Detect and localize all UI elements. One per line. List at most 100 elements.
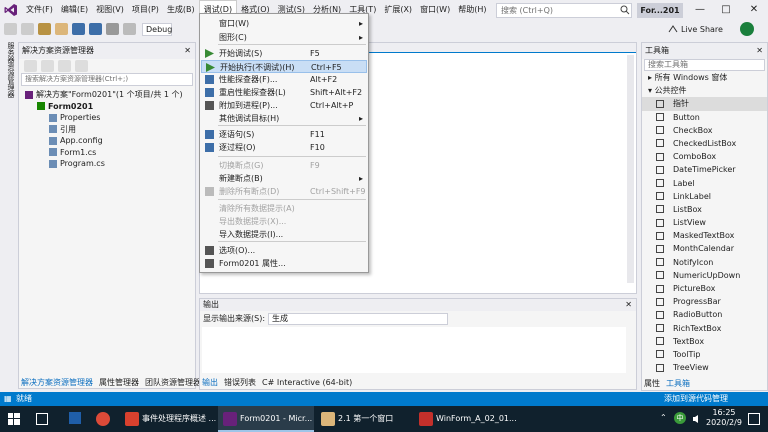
back-icon[interactable] <box>4 23 17 35</box>
debug-menu-item[interactable]: 清除所有数据提示(A) <box>201 202 367 215</box>
explorer-taskbar-icon[interactable] <box>69 412 81 424</box>
clock[interactable]: 16:25 2020/2/9 <box>706 408 742 428</box>
tree-item[interactable]: App.config <box>19 135 195 147</box>
debug-menu-item[interactable]: 切换断点(G) F9 <box>201 159 367 172</box>
toolbox-item[interactable]: Label <box>642 177 767 190</box>
new-project-icon[interactable] <box>38 23 51 35</box>
taskbar-app[interactable]: Form0201 - Micr... <box>218 406 314 432</box>
open-folder-icon[interactable] <box>55 23 68 35</box>
maximize-button[interactable]: □ <box>712 0 740 20</box>
debug-menu-item[interactable]: 其他调试目标(H) ▸ <box>201 112 367 125</box>
toolbox-item[interactable]: ProgressBar <box>642 295 767 308</box>
toolbox-item[interactable]: ToolTip <box>642 348 767 361</box>
debug-menu-item[interactable]: 附加到进程(P)... Ctrl+Alt+P <box>201 99 367 112</box>
toolbox-search-input[interactable]: 搜索工具箱 <box>644 59 765 71</box>
search-input[interactable]: 搜索 (Ctrl+Q) <box>496 3 632 18</box>
menu-2[interactable]: 视图(V) <box>92 0 128 20</box>
toolbox-item[interactable]: ListBox <box>642 203 767 216</box>
menu-0[interactable]: 文件(F) <box>22 0 57 20</box>
tab-2[interactable]: C# Interactive (64-bit) <box>259 376 355 389</box>
menu-3[interactable]: 项目(P) <box>128 0 163 20</box>
debug-menu-item[interactable]: 新建断点(B) ▸ <box>201 172 367 185</box>
toolbox-item[interactable]: MonthCalendar <box>642 242 767 255</box>
forward-icon[interactable] <box>21 23 34 35</box>
source-control-button[interactable]: 添加到源代码管理 <box>664 392 728 406</box>
sync-icon[interactable] <box>41 60 54 72</box>
chrome-taskbar-icon[interactable] <box>96 412 110 426</box>
debug-menu-item[interactable]: 删除所有断点(D) Ctrl+Shift+F9 <box>201 185 367 198</box>
volume-icon[interactable] <box>692 414 702 424</box>
toolbox-item[interactable]: ListView <box>642 216 767 229</box>
toolbox-item[interactable]: CheckBox <box>642 124 767 137</box>
live-share-button[interactable]: Live Share <box>668 22 723 36</box>
vs-logo-icon[interactable] <box>0 0 22 20</box>
tree-item[interactable]: Program.cs <box>19 158 195 170</box>
toolbox-item[interactable]: RadioButton <box>642 308 767 321</box>
task-view-icon[interactable] <box>36 413 48 425</box>
tab-0[interactable]: 解决方案资源管理器 <box>18 376 96 389</box>
debug-menu-item[interactable]: 逐过程(O) F10 <box>201 141 367 154</box>
output-source-select[interactable]: 生成 <box>268 312 449 325</box>
debug-menu-item[interactable]: 性能探查器(F)... Alt+F2 <box>201 73 367 86</box>
debug-menu-item[interactable]: 重启性能探查器(L) Shift+Alt+F2 <box>201 86 367 99</box>
ime-indicator[interactable]: 中 <box>674 412 686 424</box>
server-explorer-tab[interactable]: 服务器资源管理器 <box>4 42 16 122</box>
toolbox-item[interactable]: RichTextBox <box>642 322 767 335</box>
toolbox-close-icon[interactable]: ✕ <box>756 43 763 59</box>
tray-expand-icon[interactable]: ⌃ <box>660 413 667 422</box>
save-icon[interactable] <box>72 23 85 35</box>
tab-1[interactable]: 错误列表 <box>221 376 259 389</box>
taskbar-app[interactable]: WinForm_A_02_01... <box>414 406 517 432</box>
debug-menu-item[interactable]: 选项(O)... <box>201 244 367 257</box>
taskbar-app[interactable]: 事件处理程序概述 ... <box>120 406 216 432</box>
toolbox-item[interactable]: LinkLabel <box>642 190 767 203</box>
refresh-icon[interactable] <box>58 60 71 72</box>
search-icon[interactable] <box>620 5 630 15</box>
editor-scrollbar[interactable] <box>627 55 634 283</box>
debug-menu-item[interactable]: Form0201 属性... <box>201 257 367 270</box>
tab-0[interactable]: 输出 <box>199 376 221 389</box>
debug-menu-item[interactable]: 导出数据提示(X)... <box>201 215 367 228</box>
account-avatar[interactable] <box>740 22 754 36</box>
debug-menu-item[interactable]: 开始执行(不调试)(H) Ctrl+F5 <box>201 60 367 73</box>
tree-item[interactable]: Form1.cs <box>19 147 195 159</box>
tree-item[interactable]: Form0201 <box>19 101 195 113</box>
toolbox-item[interactable]: TextBox <box>642 335 767 348</box>
panel-close-icon[interactable]: ✕ <box>184 43 191 59</box>
toolbox-item[interactable]: 指针 <box>642 97 767 111</box>
toolbox-item[interactable]: Button <box>642 111 767 124</box>
tab-1[interactable]: 工具箱 <box>663 377 693 390</box>
menu-11[interactable]: 窗口(W) <box>416 0 454 20</box>
toolbox-item[interactable]: NotifyIcon <box>642 256 767 269</box>
toolbox-item[interactable]: PictureBox <box>642 282 767 295</box>
tab-2[interactable]: 团队资源管理器 <box>142 376 204 389</box>
tab-1[interactable]: 属性管理器 <box>96 376 142 389</box>
home-icon[interactable] <box>24 60 37 72</box>
taskbar-app[interactable]: 2.1 第一个窗口 <box>316 406 412 432</box>
menu-10[interactable]: 扩展(X) <box>380 0 416 20</box>
undo-icon[interactable] <box>106 23 119 35</box>
toolbox-item[interactable]: CheckedListBox <box>642 137 767 150</box>
output-close-icon[interactable]: ✕ <box>625 299 632 311</box>
debug-menu-item[interactable]: 图形(C) ▸ <box>201 31 367 44</box>
toolbox-item[interactable]: NumericUpDown <box>642 269 767 282</box>
save-all-icon[interactable] <box>89 23 102 35</box>
debug-menu-item[interactable]: 开始调试(S) F5 <box>201 47 367 60</box>
debug-menu-item[interactable]: 窗口(W) ▸ <box>201 17 367 30</box>
redo-icon[interactable] <box>123 23 136 35</box>
toolbox-group-all[interactable]: ▸ 所有 Windows 窗体 <box>642 71 767 84</box>
debug-menu-item[interactable]: 逐语句(S) F11 <box>201 128 367 141</box>
tree-item[interactable]: Properties <box>19 112 195 124</box>
menu-1[interactable]: 编辑(E) <box>57 0 92 20</box>
windows-start-icon[interactable] <box>8 413 20 425</box>
toolbox-group-common[interactable]: ▾ 公共控件 <box>642 84 767 97</box>
toolbox-item[interactable]: TreeView <box>642 361 767 374</box>
minimize-button[interactable]: — <box>686 0 714 20</box>
close-window-button[interactable]: ✕ <box>740 0 768 20</box>
settings-icon[interactable] <box>75 60 88 72</box>
toolbox-item[interactable]: DateTimePicker <box>642 163 767 176</box>
solution-search-input[interactable]: 搜索解决方案资源管理器(Ctrl+;) <box>21 73 193 86</box>
debug-menu-item[interactable]: 导入数据提示(I)... <box>201 228 367 241</box>
config-dropdown[interactable]: Debug <box>142 22 172 36</box>
toolbox-item[interactable]: MaskedTextBox <box>642 229 767 242</box>
